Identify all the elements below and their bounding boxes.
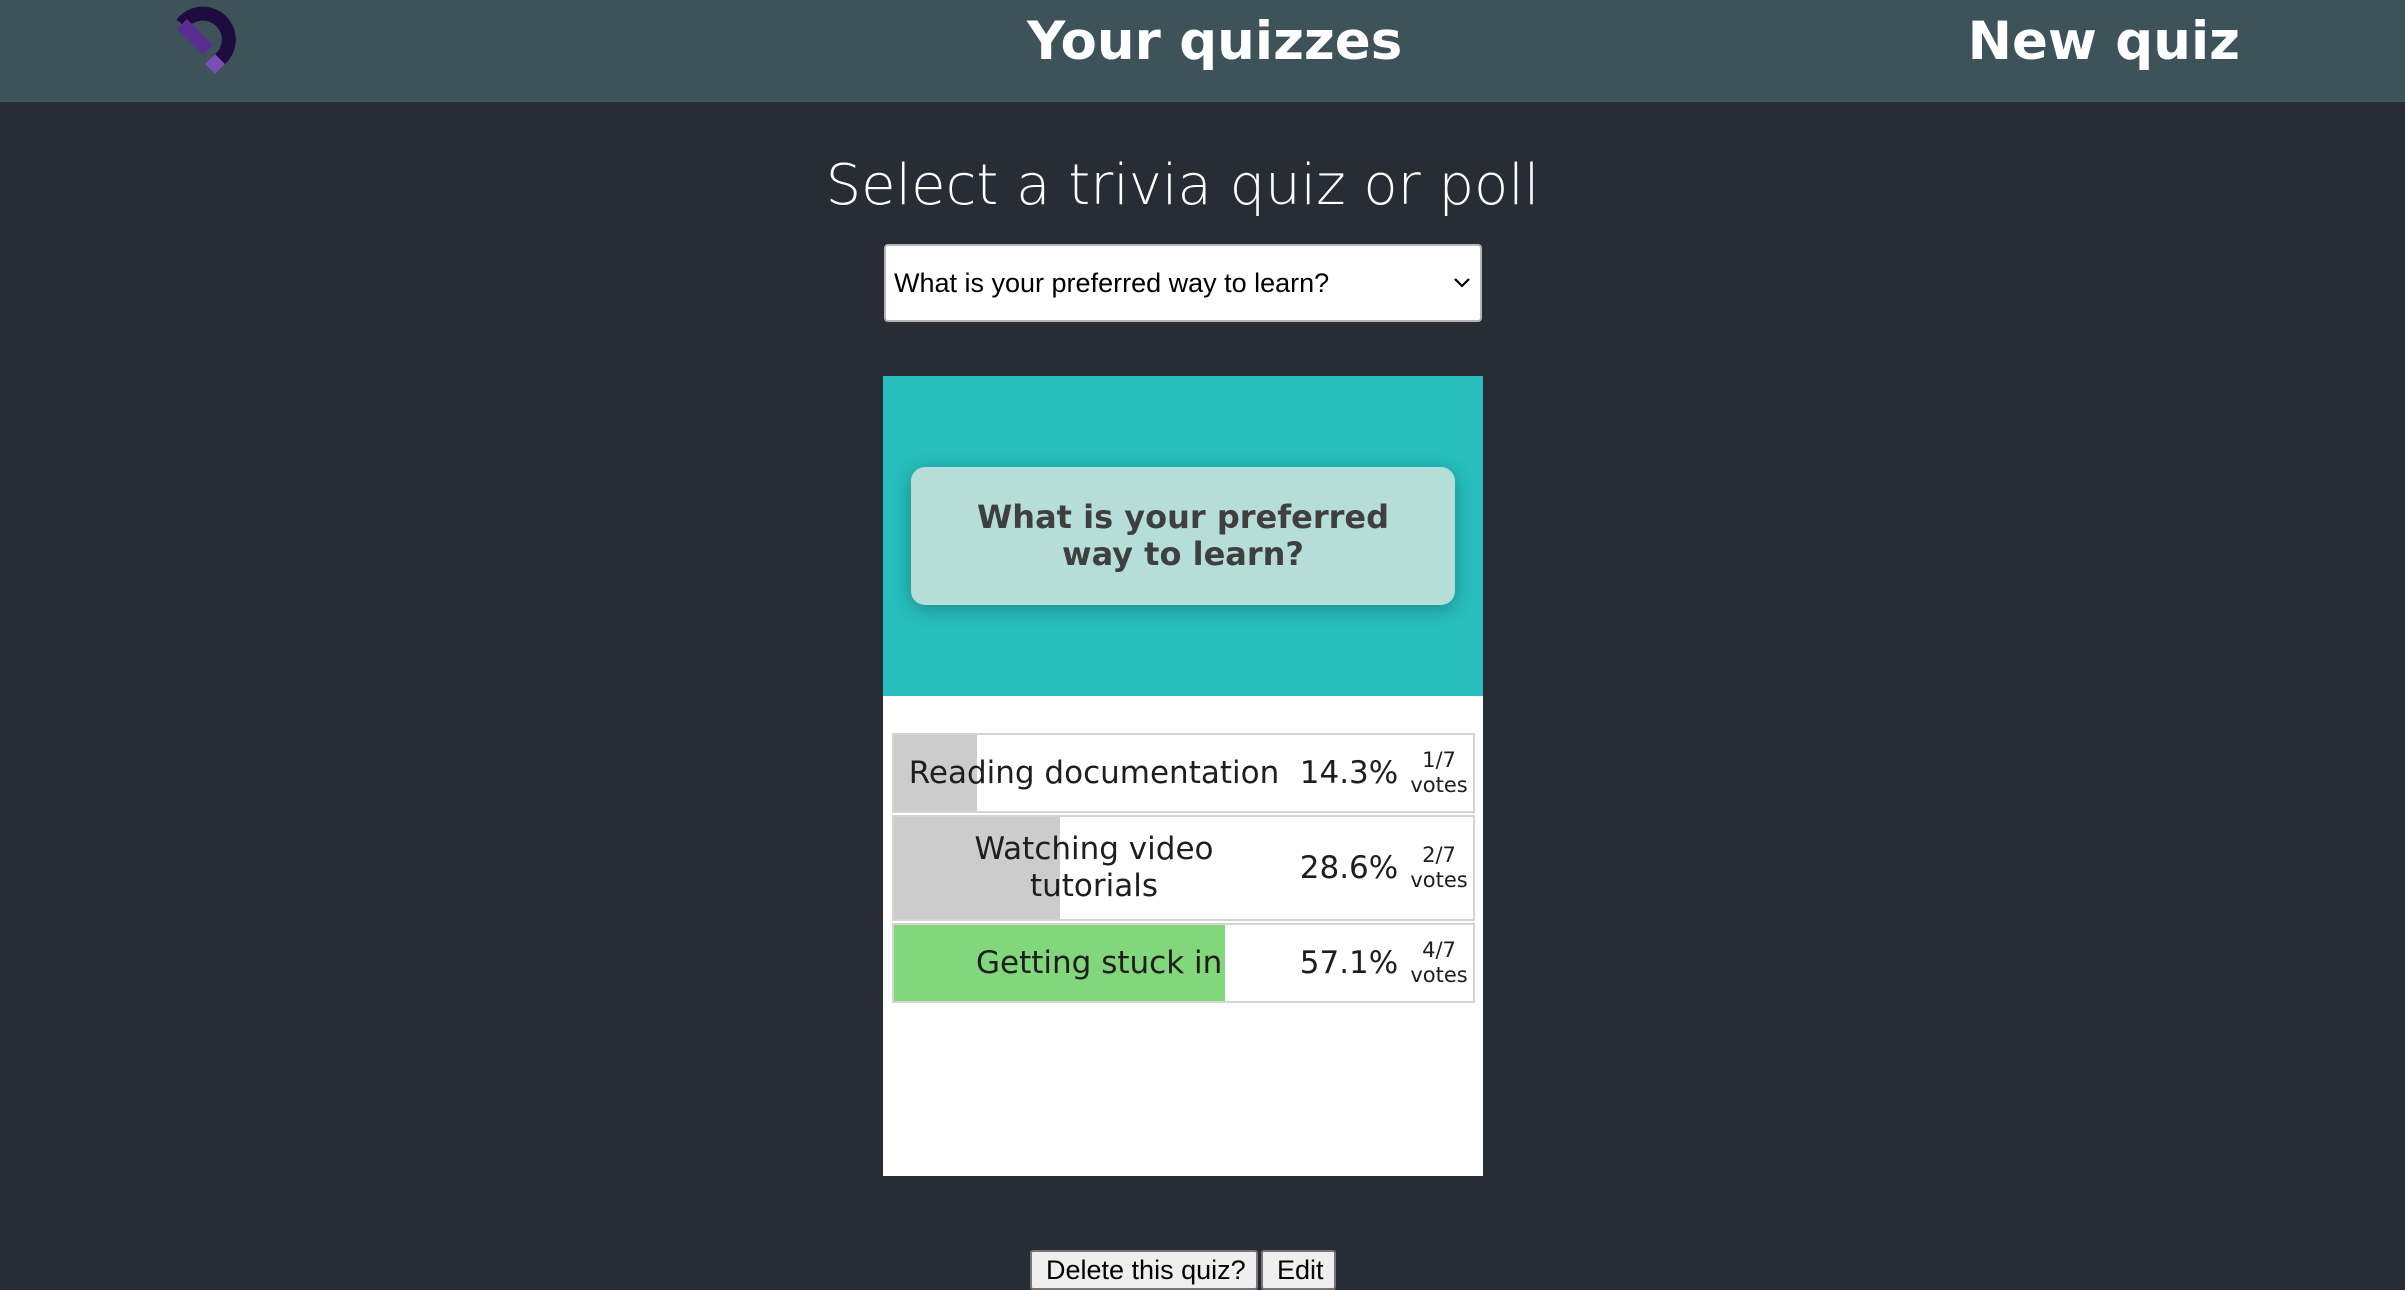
quiz-select-value: What is your preferred way to learn?: [894, 268, 1330, 298]
vote-label: votes: [1410, 773, 1468, 797]
nav-new-quiz-link[interactable]: New quiz: [1968, 10, 2240, 74]
answer-vote-count: 2/7 votes: [1404, 817, 1473, 919]
vote-fraction: 4/7: [1422, 938, 1456, 962]
vote-fraction: 2/7: [1422, 843, 1456, 867]
answer-label: Reading documentation: [908, 754, 1280, 791]
nav-your-quizzes-link[interactable]: Your quizzes: [1027, 10, 1402, 74]
vote-label: votes: [1410, 963, 1468, 987]
answer-row-getting-stuck-in[interactable]: Getting stuck in 57.1% 4/7 votes: [892, 923, 1475, 1003]
quiz-card: What is your preferred way to learn? Rea…: [883, 376, 1483, 1176]
answer-vote-count: 4/7 votes: [1404, 925, 1473, 1001]
answer-label: Getting stuck in: [976, 944, 1223, 981]
page-title: Select a trivia quiz or poll: [825, 153, 1540, 218]
chevron-down-icon: [1454, 278, 1470, 288]
vote-fraction: 1/7: [1422, 748, 1456, 772]
answer-percentage: 28.6%: [1299, 850, 1399, 886]
quiz-select-dropdown[interactable]: What is your preferred way to learn?: [884, 244, 1482, 322]
question-box: What is your preferred way to learn?: [911, 467, 1455, 605]
edit-quiz-button[interactable]: Edit: [1261, 1250, 1336, 1290]
answer-row-reading-documentation[interactable]: Reading documentation 14.3% 1/7 votes: [892, 733, 1475, 813]
answer-percentage: 14.3%: [1299, 755, 1399, 791]
answer-label: Watching video tutorials: [974, 831, 1214, 904]
answer-vote-count: 1/7 votes: [1404, 735, 1473, 811]
answer-percentage: 57.1%: [1299, 945, 1399, 981]
delete-quiz-button[interactable]: Delete this quiz?: [1030, 1250, 1258, 1290]
top-navigation-bar: Your quizzes New quiz: [0, 0, 2405, 102]
vote-label: votes: [1410, 868, 1468, 892]
question-text: What is your preferred way to learn?: [977, 498, 1389, 573]
quiz-card-header: What is your preferred way to learn?: [883, 376, 1483, 696]
horseshoe-magnet-logo-icon[interactable]: [158, 2, 248, 78]
answer-row-watching-video-tutorials[interactable]: Watching video tutorials 28.6% 2/7 votes: [892, 815, 1475, 921]
